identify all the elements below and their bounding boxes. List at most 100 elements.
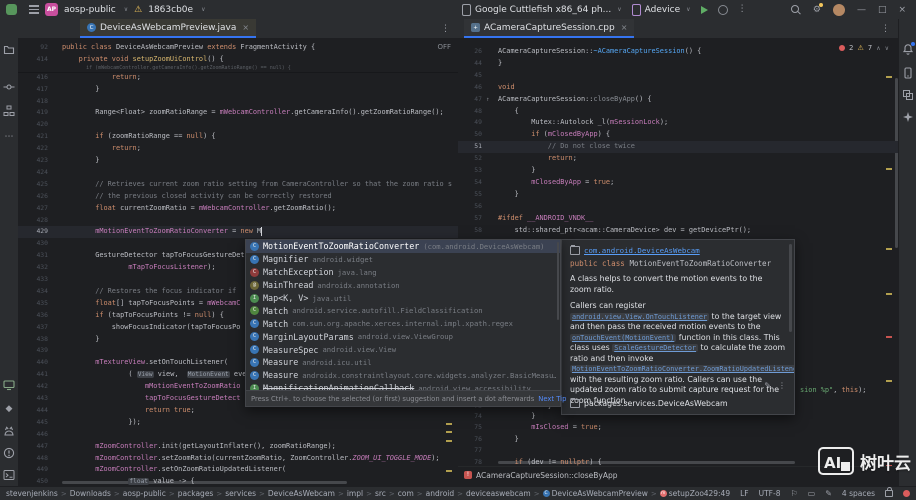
app-insights-icon[interactable]: ◆	[3, 403, 15, 415]
project-folder-icon[interactable]	[3, 43, 15, 55]
encoding[interactable]: UTF-8	[759, 489, 781, 498]
code-line[interactable]: 419 Range<Float> zoomRatioRange = mWebca…	[18, 107, 458, 119]
lock-icon[interactable]	[885, 487, 893, 497]
logcat-icon[interactable]	[3, 425, 15, 437]
code-line[interactable]: 57 #ifdef __ANDROID_VNDK__	[458, 213, 898, 225]
code-line[interactable]: 422 return;	[18, 143, 458, 155]
breadcrumb-item[interactable]: aosp-public	[123, 489, 166, 498]
warning-stripe-mark[interactable]	[886, 76, 892, 78]
breadcrumb-item[interactable]: services	[225, 489, 256, 498]
code-line[interactable]: 56	[458, 201, 898, 213]
commit-icon[interactable]	[3, 81, 15, 93]
completion-item[interactable]: I Map<K, V> java.util	[246, 292, 560, 305]
structure-icon[interactable]	[3, 105, 15, 117]
code-line[interactable]: 45	[458, 70, 898, 82]
prev-issue-icon[interactable]: ∧	[876, 45, 880, 52]
code-line[interactable]: 51 // Do not close twice	[458, 141, 898, 154]
breadcrumb-item[interactable]: C DeviceAsWebcamPreview	[542, 489, 648, 498]
completion-item[interactable]: C MarginLayoutParams android.view.ViewGrou…	[246, 330, 560, 343]
tab-options-icon[interactable]: ⋮	[441, 24, 458, 34]
code-line[interactable]: 44}	[458, 58, 898, 70]
code-line[interactable]: 426 // the previous closed activity can …	[18, 191, 458, 203]
warning-stripe-mark[interactable]	[446, 440, 452, 442]
completion-item[interactable]: C Measure androidx.constraintlayout.core.w…	[246, 369, 560, 382]
code-line[interactable]: 46 void	[458, 82, 898, 94]
warning-stripe-mark[interactable]	[446, 423, 452, 425]
code-line[interactable]: 49 Mutex::Autolock _l(mSessionLock);	[458, 117, 898, 129]
device-config-selector[interactable]: Google Cuttlefish x86_64 ph... ∨	[462, 3, 622, 16]
problems-icon[interactable]	[3, 447, 15, 459]
code-line[interactable]: 48 {	[458, 106, 898, 118]
code-line[interactable]: 445 });	[18, 417, 458, 429]
device-mirror-icon[interactable]	[902, 67, 914, 79]
breadcrumb-item[interactable]: stevenjenkins	[6, 489, 58, 498]
breadcrumb-item[interactable]: android	[426, 489, 454, 498]
flag-icon[interactable]: ⚐	[790, 489, 797, 498]
completion-item[interactable]: C MotionEventToZoomRatioConverter (com.and…	[246, 240, 560, 253]
avatar[interactable]	[832, 3, 845, 16]
inspection-widget[interactable]: 2 ⚠ 7 ∧ ∨	[835, 43, 892, 53]
highlighting-level-label[interactable]: OFF	[437, 43, 451, 51]
warning-stripe-mark[interactable]	[886, 248, 892, 250]
completion-item[interactable]: C Match android.service.autofill.FieldClas…	[246, 304, 560, 317]
terminal-icon[interactable]	[3, 469, 15, 481]
minimize-button[interactable]: —	[857, 5, 866, 15]
code-line[interactable]: 448 mZoomController.setZoomRatio(current…	[18, 453, 458, 465]
more-tool-windows-icon[interactable]: ⋯	[3, 131, 15, 143]
warning-stripe-mark[interactable]	[886, 293, 892, 295]
completion-item[interactable]: C MatchException java.lang	[246, 266, 560, 279]
main-menu-icon[interactable]	[29, 5, 39, 14]
code-line[interactable]: 447 mZoomController.init(getLayoutInflat…	[18, 441, 458, 453]
warning-stripe-mark[interactable]	[886, 168, 892, 170]
error-notification-dot[interactable]	[903, 490, 910, 497]
tab-acameracapturesession[interactable]: + ACameraCaptureSession.cpp ×	[464, 19, 635, 38]
code-line[interactable]: 26 ACameraCaptureSession::~ACameraCapture…	[458, 46, 898, 58]
code-line[interactable]: 427 float currentZoomRatio = mWebcamCont…	[18, 203, 458, 215]
code-line[interactable]: 429 mMotionEventToZoomRatioConverter = n…	[18, 226, 458, 239]
breadcrumb-item[interactable]: com	[398, 489, 414, 498]
doc-scrollbar[interactable]	[789, 244, 792, 332]
code-line[interactable]: 428	[18, 215, 458, 227]
code-line[interactable]: 53 }	[458, 165, 898, 177]
layout-inspector-icon[interactable]	[902, 89, 914, 101]
code-line[interactable]: 92 public class DeviceAsWebcamPreview ext…	[18, 42, 458, 54]
caret-position[interactable]: 429:49	[704, 489, 730, 498]
code-line[interactable]: 420	[18, 119, 458, 131]
doc-code-link[interactable]: android.view.View.OnTouchListener	[570, 312, 710, 321]
code-line[interactable]: 58 std::shared_ptr<acam::CameraDevice> d…	[458, 225, 898, 237]
breadcrumb-item[interactable]: packages	[178, 489, 214, 498]
branch-selector[interactable]: 1863cb0e	[148, 5, 193, 15]
running-devices-icon[interactable]	[3, 379, 15, 391]
completion-item[interactable]: C MeasureSpec android.view.View	[246, 343, 560, 356]
edit-source-icon[interactable]: ✎	[764, 381, 771, 390]
next-tip-link[interactable]: Next Tip	[538, 395, 566, 403]
breadcrumb-item[interactable]: DeviceAsWebcam	[268, 489, 335, 498]
pen-icon[interactable]: ✎	[825, 489, 832, 498]
package-link[interactable]: com.android.DeviceAsWebcam	[584, 246, 700, 255]
code-line[interactable]: 414 private void setupZoomUiControl() {	[18, 54, 458, 66]
warning-stripe-mark[interactable]	[886, 380, 892, 382]
tab-options-icon[interactable]: ⋮	[881, 24, 898, 34]
settings-button[interactable]: ⚙	[813, 2, 823, 15]
completion-item[interactable]: C Magnifier android.widget	[246, 253, 560, 266]
doc-more-icon[interactable]: ⋮	[778, 381, 786, 390]
breadcrumb-item[interactable]: src	[375, 489, 386, 498]
line-ending[interactable]: LF	[740, 489, 749, 498]
breadcrumb-item[interactable]: impl	[347, 489, 363, 498]
breadcrumb-item[interactable]: deviceaswebcam	[466, 489, 531, 498]
search-icon[interactable]	[790, 4, 801, 15]
error-stripe-mark[interactable]	[886, 336, 892, 338]
breadcrumb-item[interactable]: msetupZoomUiControl	[659, 489, 704, 498]
reader-mode-icon[interactable]: ▭	[808, 489, 816, 498]
notifications-icon[interactable]	[902, 42, 915, 55]
warning-stripe-mark[interactable]	[446, 470, 452, 472]
completion-item[interactable]: C Measure android.icu.util	[246, 356, 560, 369]
code-line[interactable]: 424	[18, 167, 458, 179]
code-line[interactable]: 55 }	[458, 189, 898, 201]
tab-close-icon[interactable]: ×	[621, 23, 628, 32]
run-button[interactable]	[700, 5, 708, 14]
breadcrumb-function[interactable]: ACameraCaptureSession::closeByApp	[476, 471, 617, 480]
code-line[interactable]: 418	[18, 96, 458, 108]
completion-item[interactable]: C Match com.sun.org.apache.xerces.internal…	[246, 317, 560, 330]
more-actions-icon[interactable]: ⋮	[738, 5, 747, 14]
